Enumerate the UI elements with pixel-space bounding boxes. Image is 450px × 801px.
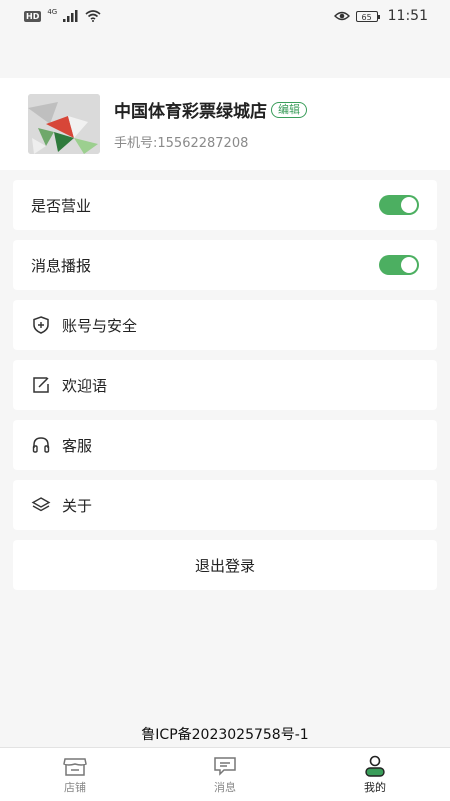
toggle-knob [401, 257, 417, 273]
tab-bar: 店铺 消息 我的 [0, 747, 450, 801]
store-icon [63, 757, 87, 776]
business-open-toggle[interactable] [379, 195, 419, 215]
toggle-knob [401, 197, 417, 213]
about-label: 关于 [62, 496, 93, 515]
phone-number: 手机号:15562287208 [114, 136, 249, 151]
welcome-row[interactable]: 欢迎语 [13, 360, 437, 410]
tab-messages-label: 消息 [214, 780, 236, 794]
profile-icon [365, 755, 385, 777]
tab-store-label: 店铺 [64, 780, 86, 794]
tab-mine-label: 我的 [364, 780, 386, 794]
network-type: 4G [47, 8, 58, 16]
status-left: HD 4G [24, 8, 101, 22]
account-security-row[interactable]: 账号与安全 [13, 300, 437, 350]
icp-license: 鲁ICP备2023025758号-1 [141, 727, 309, 743]
hd-badge: HD [24, 10, 42, 22]
business-open-label: 是否营业 [31, 196, 92, 215]
status-bar: HD 4G 65 11:51 [0, 0, 450, 32]
message-broadcast-toggle[interactable] [379, 255, 419, 275]
clock: 11:51 [387, 8, 428, 24]
profile-info: 中国体育彩票绿城店 编辑 手机号:15562287208 [114, 97, 307, 151]
status-right: 65 11:51 [333, 8, 428, 24]
tab-messages[interactable]: 消息 [150, 748, 300, 801]
welcome-label: 欢迎语 [62, 376, 108, 395]
message-icon [214, 756, 236, 776]
signal-icon [63, 10, 78, 22]
battery-icon: 65 [355, 10, 380, 22]
business-open-row: 是否营业 [13, 180, 437, 230]
tab-store[interactable]: 店铺 [0, 748, 150, 801]
edit-note-icon [31, 375, 51, 395]
profile-header: 中国体育彩票绿城店 编辑 手机号:15562287208 [0, 78, 450, 170]
customer-service-label: 客服 [62, 436, 93, 455]
name-row: 中国体育彩票绿城店 编辑 [114, 97, 307, 122]
message-broadcast-label: 消息播报 [31, 256, 92, 275]
edit-button[interactable]: 编辑 [271, 101, 307, 118]
store-name: 中国体育彩票绿城店 [114, 102, 267, 122]
about-row[interactable]: 关于 [13, 480, 437, 530]
headset-icon [31, 435, 51, 455]
message-broadcast-row: 消息播报 [13, 240, 437, 290]
logout-label: 退出登录 [194, 556, 255, 575]
wifi-icon [85, 10, 101, 22]
avatar[interactable] [28, 94, 100, 154]
tab-mine[interactable]: 我的 [300, 748, 450, 801]
eye-icon [333, 11, 350, 21]
shield-icon [31, 315, 51, 335]
customer-service-row[interactable]: 客服 [13, 420, 437, 470]
logout-button[interactable]: 退出登录 [13, 540, 437, 590]
account-security-label: 账号与安全 [62, 316, 138, 335]
layers-icon [31, 495, 51, 515]
